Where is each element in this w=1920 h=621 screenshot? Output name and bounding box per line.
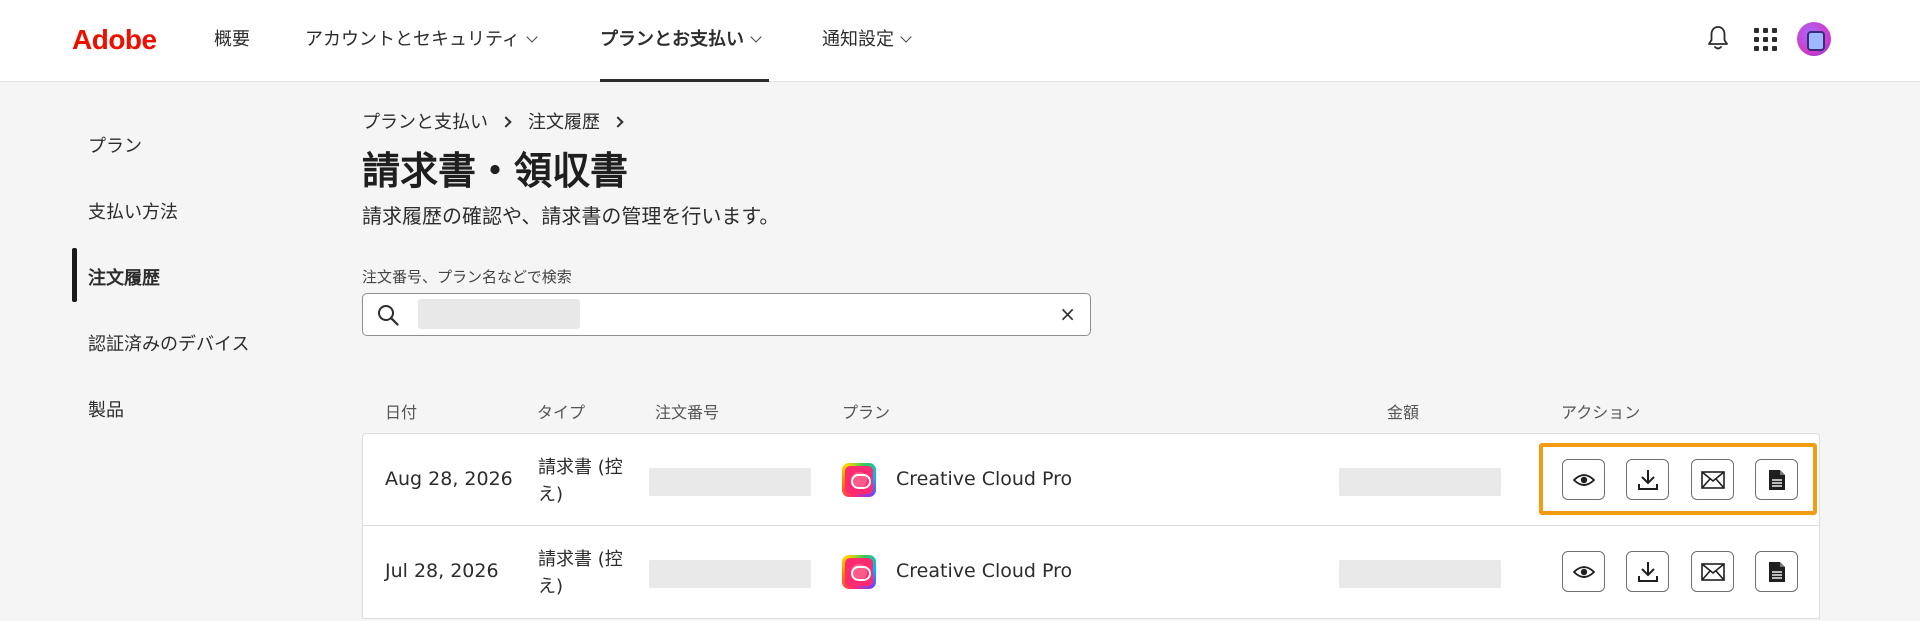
- sidebar-item-authorized-devices[interactable]: 認証済みのデバイス: [88, 330, 249, 356]
- breadcrumb: プランと支払い 注文履歴: [362, 108, 640, 134]
- sidebar-item-products[interactable]: 製品: [88, 396, 124, 422]
- column-header-amount: 金額: [1387, 403, 1420, 422]
- chevron-down-icon: [900, 31, 912, 43]
- creative-cloud-icon: [842, 555, 876, 589]
- top-navigation-bar: Adobe 概要 アカウントとセキュリティ プランとお支払い 通知設定: [0, 0, 1920, 82]
- sidebar-item-order-history[interactable]: 注文履歴: [88, 264, 160, 290]
- chevron-right-icon: [612, 116, 624, 128]
- redacted-order-number: [649, 560, 811, 588]
- document-type: 請求書 (控え): [538, 549, 623, 597]
- download-invoice-button[interactable]: [1626, 551, 1669, 592]
- breadcrumb-item-order-history[interactable]: 注文履歴: [528, 112, 600, 133]
- redacted-amount: [1339, 560, 1501, 588]
- column-header-type: タイプ: [537, 403, 586, 422]
- column-header-date: 日付: [385, 403, 418, 422]
- nav-label: プランとお支払い: [600, 29, 744, 50]
- order-date: Jul 28, 2026: [385, 560, 499, 582]
- sidebar-item-payment-method[interactable]: 支払い方法: [88, 198, 178, 224]
- nav-item-plans-billing[interactable]: プランとお支払い: [600, 0, 769, 82]
- avatar[interactable]: [1797, 22, 1831, 56]
- invoice-document-button[interactable]: [1755, 551, 1798, 592]
- document-type: 請求書 (控え): [538, 457, 623, 505]
- nav-item-account-security[interactable]: アカウントとセキュリティ: [305, 0, 538, 82]
- redacted-amount: [1339, 468, 1501, 496]
- sidebar-item-plan[interactable]: プラン: [88, 132, 142, 158]
- adobe-logo[interactable]: Adobe: [72, 24, 157, 56]
- nav-label: 概要: [214, 29, 250, 50]
- actions-highlight: [1539, 443, 1817, 515]
- email-invoice-button[interactable]: [1691, 551, 1734, 592]
- redacted-order-number: [649, 468, 811, 496]
- nav-label: 通知設定: [822, 29, 894, 50]
- page-description: 請求履歴の確認や、請求書の管理を行います。: [362, 204, 780, 228]
- nav-item-notifications[interactable]: 通知設定: [822, 0, 912, 82]
- clear-icon[interactable]: ×: [1059, 303, 1076, 325]
- chevron-down-icon: [750, 31, 762, 43]
- column-header-actions: アクション: [1561, 403, 1641, 422]
- column-header-plan: プラン: [842, 403, 891, 422]
- apps-grid-icon[interactable]: [1754, 28, 1778, 52]
- nav-label: アカウントとセキュリティ: [305, 29, 520, 50]
- bell-icon[interactable]: [1706, 25, 1730, 51]
- chevron-right-icon: [500, 116, 512, 128]
- search-input[interactable]: [407, 298, 1027, 330]
- search-label: 注文番号、プラン名などで検索: [362, 268, 572, 286]
- document-icon: [1768, 561, 1785, 582]
- view-invoice-button[interactable]: [1562, 551, 1605, 592]
- order-date: Aug 28, 2026: [385, 468, 513, 490]
- mail-icon: [1700, 562, 1725, 581]
- plan-name: Creative Cloud Pro: [896, 560, 1073, 582]
- plan-name: Creative Cloud Pro: [896, 468, 1073, 490]
- page-title: 請求書・領収書: [362, 149, 629, 193]
- search-icon: [378, 305, 399, 326]
- sidebar-active-indicator: [72, 248, 77, 302]
- breadcrumb-item-plans-billing[interactable]: プランと支払い: [362, 112, 488, 133]
- eye-icon: [1572, 565, 1595, 578]
- creative-cloud-icon: [842, 463, 876, 497]
- search-field[interactable]: ×: [362, 293, 1091, 336]
- nav-item-overview[interactable]: 概要: [214, 0, 250, 82]
- download-icon: [1637, 561, 1658, 582]
- chevron-down-icon: [526, 31, 538, 43]
- table-row: Jul 28, 2026 請求書 (控え) Creative Cloud Pro: [362, 526, 1820, 619]
- column-header-order-number: 注文番号: [655, 403, 720, 422]
